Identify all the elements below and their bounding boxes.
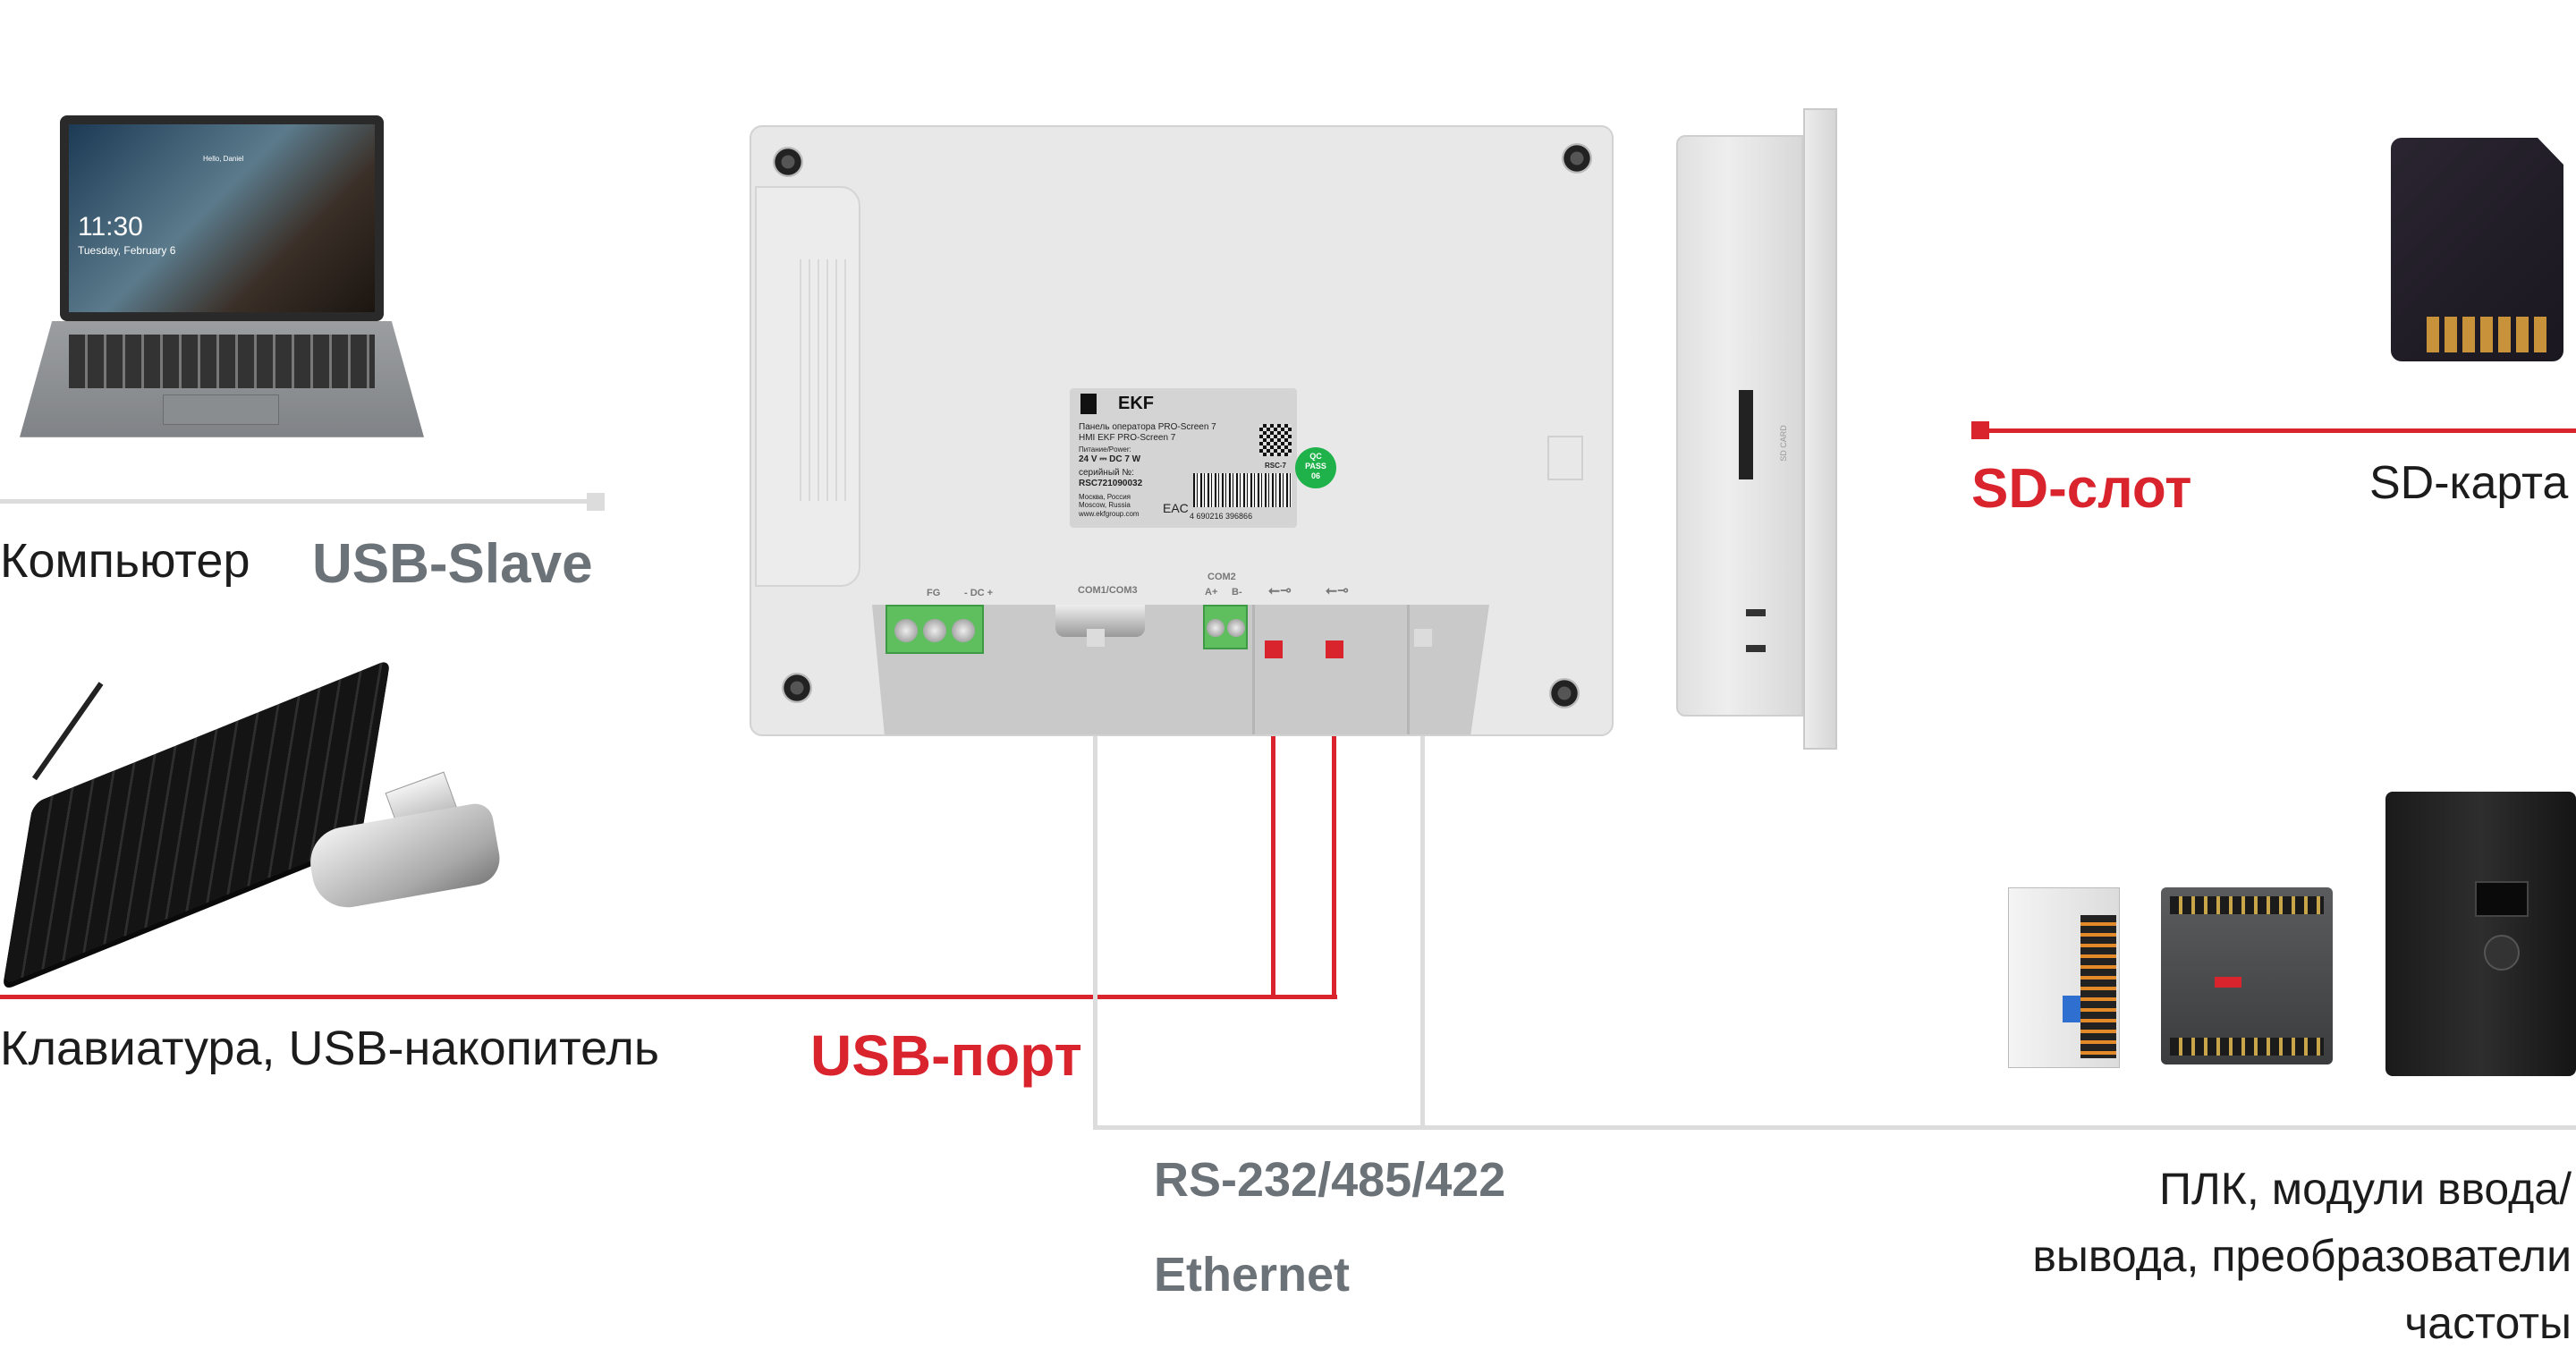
barcode-number: 4 690216 396866 — [1190, 512, 1253, 521]
field-bus-line — [1093, 1125, 2576, 1130]
barcode — [1193, 473, 1292, 507]
sd-slot-line — [1980, 428, 2576, 433]
qc-pass-sticker: QC PASS 06 — [1295, 447, 1336, 488]
power-terminal — [886, 605, 984, 654]
serial-label: серийный №: — [1079, 468, 1134, 478]
hmi-back-panel: FG - DC + COM1/COM3 COM2 A+ B- ⭠⊸ ⭠⊸ EKF… — [750, 125, 1614, 736]
usb-stick-image — [292, 771, 506, 920]
ethernet-label: Ethernet — [1154, 1248, 1351, 1302]
usb-port-line — [0, 995, 1337, 999]
com2-terminal — [1203, 605, 1248, 649]
battery-cover — [755, 186, 860, 587]
serial-number: RSC721090032 — [1079, 479, 1143, 488]
ethernet-port-marker — [1414, 629, 1432, 647]
model-code: RSC-7 — [1265, 462, 1287, 470]
city-en: Moscow, Russia — [1079, 501, 1131, 509]
frequency-converter-image — [2385, 792, 2576, 1076]
usb-slave-label: USB-Slave — [312, 533, 593, 595]
nameplate-line2: HMI EKF PRO-Screen 7 — [1079, 433, 1176, 443]
power-label: Питание/Power: — [1079, 445, 1131, 454]
com-port-marker — [1087, 629, 1105, 647]
com2-label: COM2 — [1208, 572, 1236, 582]
devices-label-line1: ПЛК, модули ввода/ — [2159, 1164, 2572, 1214]
website: www.ekfgroup.com — [1079, 510, 1140, 518]
usb-slave-line — [0, 499, 590, 504]
power-value: 24 V ⎓ DC 7 W — [1079, 454, 1141, 464]
io-module-image — [2008, 887, 2120, 1068]
fg-label: FG — [927, 588, 941, 598]
nameplate-label: EKF Панель оператора PRO-Screen 7 HMI EK… — [1070, 388, 1336, 528]
qc-text: QC — [1309, 452, 1322, 461]
usb-port-1-marker — [1265, 640, 1283, 658]
pass-text: PASS — [1305, 461, 1326, 471]
usb-slave-line-end — [587, 493, 605, 511]
laptop-date: Tuesday, February 6 — [78, 244, 176, 257]
sd-card-label: SD-карта — [2369, 457, 2569, 509]
laptop-greeting: Hello, Daniel — [203, 155, 244, 163]
keyboard-usb-label: Клавиатура, USB-накопитель — [0, 1022, 660, 1075]
city-ru: Москва, Россия — [1079, 493, 1131, 501]
com13-label: COM1/COM3 — [1078, 585, 1138, 596]
nameplate-line1: Панель оператора PRO-Screen 7 — [1079, 422, 1216, 432]
devices-label: ПЛК, модули ввода/ вывода, преобразовате… — [2032, 1156, 2572, 1357]
a-plus-label: A+ — [1205, 587, 1218, 598]
b-minus-label: B- — [1232, 587, 1242, 598]
sd-slot-line-start — [1971, 421, 1989, 439]
devices-label-line2: вывода, преобразователи — [2032, 1231, 2572, 1281]
sd-slot-label: SD-слот — [1971, 458, 2192, 520]
dc-label: - DC + — [964, 588, 994, 598]
usb-port-2-marker — [1326, 640, 1343, 658]
usb-icon: ⭠⊸ — [1268, 583, 1292, 598]
sd-card-side-text: SD CARD — [1778, 425, 1788, 462]
qr-code — [1259, 424, 1292, 456]
hmi-side-view: SD CARD — [1676, 108, 1837, 750]
usb-port-label: USB-порт — [810, 1023, 1082, 1088]
ekf-logo: EKF — [1080, 394, 1154, 414]
eac-mark: EAC — [1163, 501, 1189, 515]
sd-card-image — [2391, 138, 2563, 361]
laptop-image: 11:30 Tuesday, February 6 Hello, Daniel — [20, 115, 424, 447]
sd-card-slot — [1739, 390, 1753, 479]
qc-number: 06 — [1310, 471, 1320, 480]
computer-label: Компьютер — [0, 534, 250, 588]
usb-icon: ⭠⊸ — [1326, 583, 1350, 598]
sd-slot-mark — [1547, 436, 1583, 480]
laptop-time: 11:30 — [78, 212, 143, 242]
devices-label-line3: частоты — [2404, 1298, 2572, 1348]
rs-interface-label: RS-232/485/422 — [1154, 1153, 1506, 1207]
plc-image — [2161, 887, 2333, 1064]
